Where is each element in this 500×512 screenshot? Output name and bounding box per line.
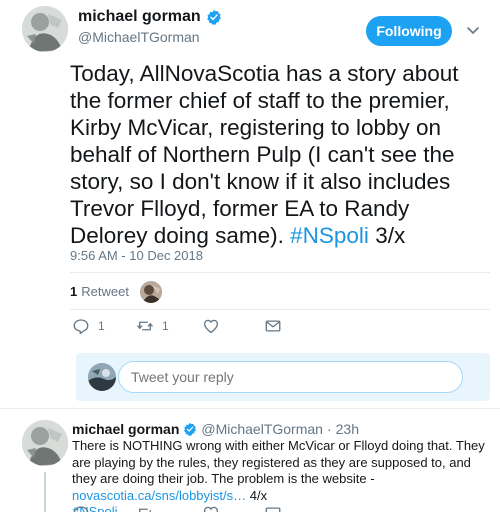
- heart-icon: [203, 506, 219, 512]
- reply-text-tail: 4/x: [249, 487, 268, 503]
- reply-tweet-retweet-action[interactable]: [136, 504, 154, 512]
- reply-tweet-text: There is NOTHING wrong with either McVic…: [72, 438, 492, 512]
- reply-tweet-like-action[interactable]: [202, 504, 220, 512]
- chevron-down-icon[interactable]: [466, 23, 480, 37]
- hashtag-link[interactable]: #NSpoli: [290, 223, 369, 248]
- retweet-stats[interactable]: 1 Retweet: [70, 284, 129, 299]
- reply-author-handle[interactable]: @MichaelTGorman: [201, 421, 323, 437]
- author-name[interactable]: michael gorman: [78, 8, 222, 26]
- like-action[interactable]: [202, 317, 220, 335]
- divider: [70, 309, 490, 310]
- retweet-label: Retweet: [81, 284, 129, 299]
- thread-line: [44, 472, 46, 512]
- verified-badge-icon: [206, 10, 221, 25]
- reply-author-name[interactable]: michael gorman: [72, 421, 179, 437]
- heart-icon: [203, 319, 219, 334]
- reply-separator: ·: [326, 421, 332, 437]
- tweet-actions: 1 1: [72, 317, 292, 337]
- viewer-avatar: [88, 363, 116, 391]
- reply-action[interactable]: 1: [72, 317, 105, 335]
- tweet-text-body: Today, AllNovaScotia has a story about t…: [70, 61, 459, 248]
- retweeter-avatar[interactable]: [140, 281, 162, 303]
- author-avatar[interactable]: [22, 6, 68, 52]
- reply-count: 1: [98, 319, 105, 333]
- reply-tweet-dm-action[interactable]: [264, 504, 282, 512]
- reply-tweet-actions: [72, 504, 372, 512]
- tweet-text: Today, AllNovaScotia has a story about t…: [70, 60, 490, 249]
- author-name-text: michael gorman: [78, 8, 201, 25]
- tweet-text-tail: 3/x: [375, 223, 406, 248]
- retweet-count: 1: [70, 284, 78, 299]
- retweet-icon: [137, 321, 153, 331]
- retweet-action-count: 1: [162, 319, 169, 333]
- author-handle[interactable]: @MichaelTGorman: [78, 29, 222, 45]
- envelope-icon: [265, 507, 281, 512]
- verified-badge-icon: [184, 422, 197, 436]
- tweet-timestamp[interactable]: 9:56 AM - 10 Dec 2018: [70, 248, 203, 263]
- divider: [0, 408, 500, 409]
- reply-text-body: There is NOTHING wrong with either McVic…: [72, 438, 485, 486]
- retweet-icon: [139, 508, 151, 512]
- retweet-action[interactable]: 1: [136, 317, 169, 335]
- envelope-icon: [265, 320, 281, 332]
- dm-action[interactable]: [264, 317, 282, 335]
- reply-icon: [73, 506, 89, 512]
- reply-icon: [73, 319, 89, 335]
- reply-timestamp[interactable]: 23h: [336, 421, 359, 437]
- reply-tweet-reply-action[interactable]: [72, 504, 90, 512]
- reply-input[interactable]: [118, 361, 463, 393]
- reply-url-link[interactable]: novascotia.ca/sns/lobbyist/s…: [72, 488, 246, 503]
- divider: [70, 272, 490, 273]
- following-button[interactable]: Following: [366, 16, 452, 46]
- reply-header: michael gorman @MichaelTGorman · 23h: [72, 421, 359, 437]
- reply-author-avatar[interactable]: [22, 420, 68, 466]
